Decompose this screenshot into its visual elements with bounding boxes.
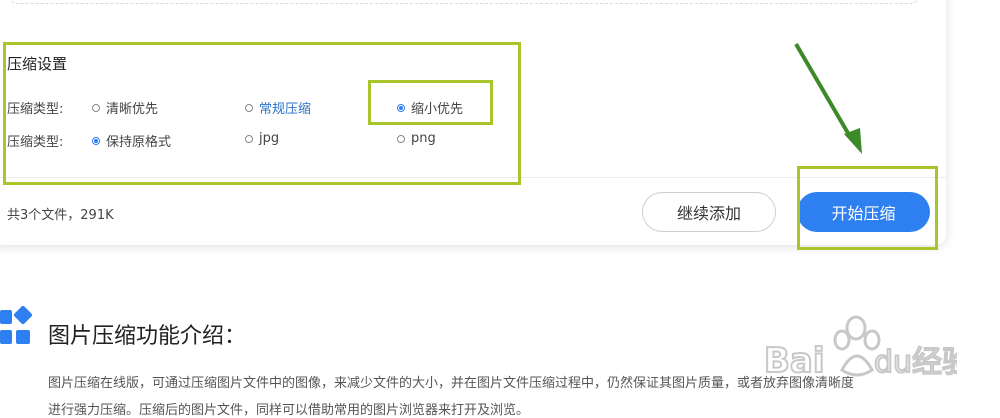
option-highlight-box [368, 80, 493, 125]
continue-add-button[interactable]: 继续添加 [642, 192, 776, 232]
file-count: 共3个文件，291K [7, 208, 114, 223]
svg-text:Bai: Bai [764, 341, 825, 381]
intro-text-line-1: 图片压缩在线版，可通过压缩图片文件中的图像，来减少文件的大小，并在图片文件压缩过… [48, 376, 855, 391]
svg-text:du经验: du经验 [874, 345, 957, 380]
baidu-watermark-logo: Bai du经验 [763, 315, 957, 382]
upload-drop-zone[interactable] [8, 0, 920, 4]
intro-title: 图片压缩功能介绍： [48, 324, 247, 349]
annotation-arrow-icon [794, 42, 862, 154]
intro-text-line-2: 进行强力压缩。压缩后的图片文件，同样可以借助常用的图片浏览器来打开及浏览。 [48, 403, 530, 418]
feature-grid-icon [0, 306, 33, 344]
button-highlight-box [797, 166, 938, 250]
